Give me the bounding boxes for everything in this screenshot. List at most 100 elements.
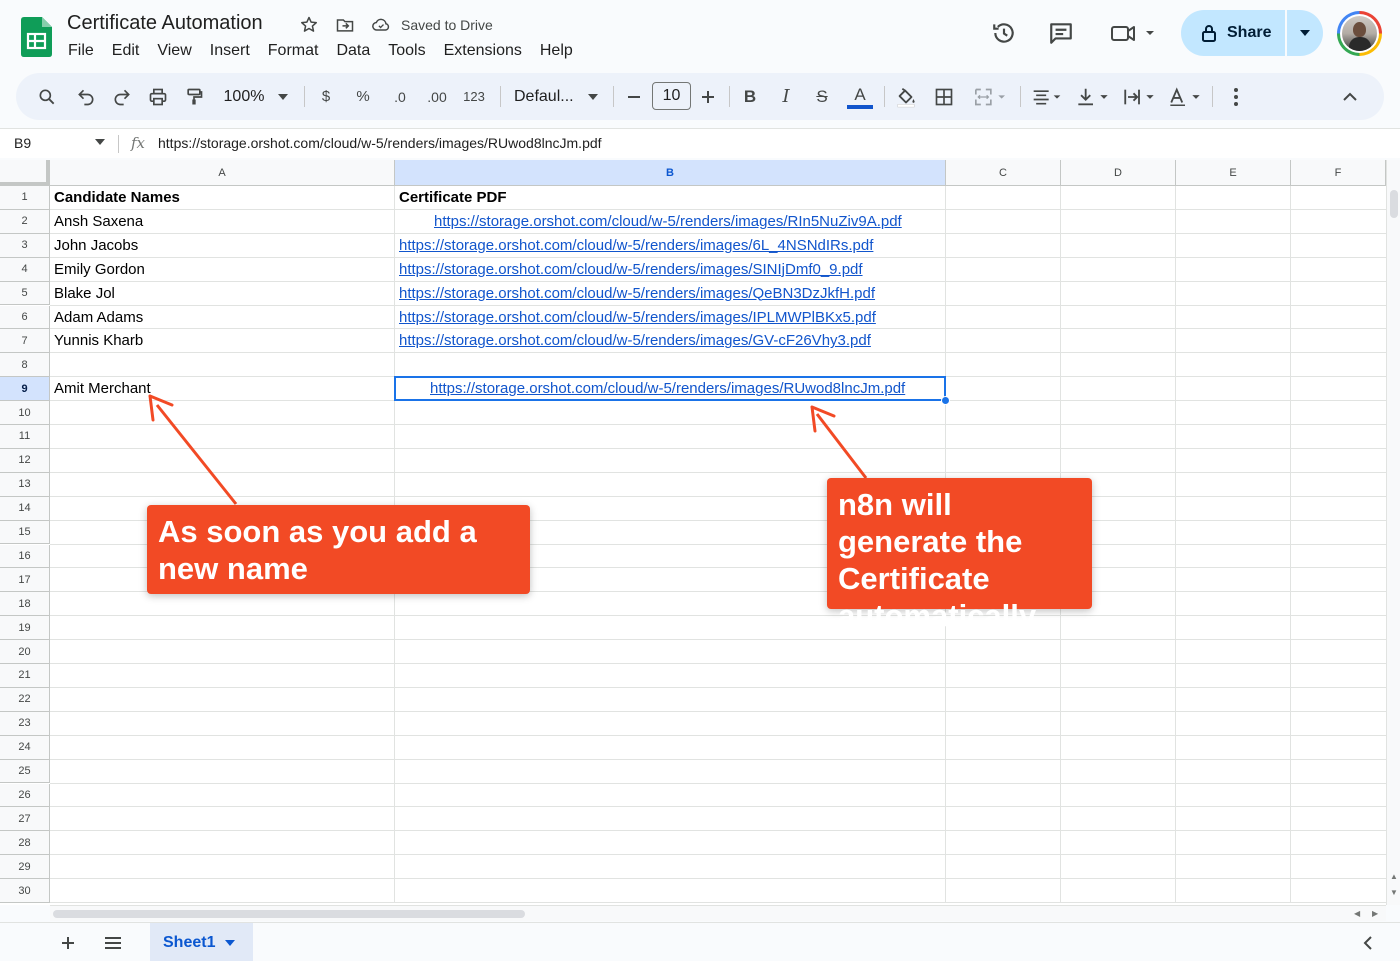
undo-icon[interactable]	[72, 73, 100, 120]
menu-view[interactable]: View	[148, 40, 200, 62]
format-currency-button[interactable]: $	[314, 73, 338, 120]
row-header-6[interactable]: 6	[0, 305, 50, 330]
fill-handle[interactable]	[941, 396, 950, 406]
candidate-name-cell[interactable]: Adam Adams	[54, 306, 143, 329]
row-header-26[interactable]: 26	[0, 783, 50, 808]
column-header-b[interactable]: B	[395, 160, 946, 186]
font-size-input[interactable]: 10	[652, 82, 691, 110]
share-dropdown-icon[interactable]	[1287, 10, 1323, 56]
increase-decimal-button[interactable]: .00	[422, 73, 452, 120]
increase-font-size-icon[interactable]	[696, 73, 720, 120]
format-percent-button[interactable]: %	[350, 73, 376, 120]
row-header-4[interactable]: 4	[0, 257, 50, 282]
row-header-7[interactable]: 7	[0, 329, 50, 354]
sheets-logo-icon[interactable]	[21, 17, 52, 57]
column-header-c[interactable]: C	[946, 160, 1061, 186]
text-wrapping-icon[interactable]	[1120, 73, 1158, 120]
redo-icon[interactable]	[108, 73, 136, 120]
menu-file[interactable]: File	[59, 40, 103, 62]
chevron-down-icon[interactable]	[95, 139, 105, 145]
text-rotation-icon[interactable]	[1166, 73, 1204, 120]
candidate-name-cell[interactable]: Yunnis Kharb	[54, 329, 143, 352]
candidate-name-cell[interactable]: Blake Jol	[54, 282, 115, 305]
certificate-link-cell[interactable]: https://storage.orshot.com/cloud/w-5/ren…	[434, 210, 902, 233]
row-header-20[interactable]: 20	[0, 640, 50, 664]
star-icon[interactable]	[298, 14, 320, 36]
row-header-14[interactable]: 14	[0, 496, 50, 521]
decrease-font-size-icon[interactable]	[622, 73, 646, 120]
name-box[interactable]: B9	[14, 135, 31, 151]
zoom-select[interactable]: 100%	[216, 73, 296, 120]
collapse-toolbar-icon[interactable]	[1336, 73, 1364, 120]
more-vert-icon[interactable]	[1222, 73, 1250, 120]
row-header-28[interactable]: 28	[0, 831, 50, 856]
move-folder-icon[interactable]	[334, 14, 356, 36]
row-header-19[interactable]: 19	[0, 616, 50, 641]
all-sheets-icon[interactable]	[101, 931, 125, 955]
row-header-21[interactable]: 21	[0, 664, 50, 688]
row-header-27[interactable]: 27	[0, 807, 50, 832]
sheet-tab-sheet1[interactable]: Sheet1	[150, 923, 253, 961]
menu-extensions[interactable]: Extensions	[435, 40, 531, 62]
scroll-up-icon[interactable]: ▲	[1390, 872, 1398, 881]
strikethrough-button[interactable]: S	[810, 73, 834, 120]
select-all-corner[interactable]	[0, 160, 50, 186]
decrease-decimal-button[interactable]: .0	[386, 73, 414, 120]
borders-icon[interactable]	[930, 73, 958, 120]
menu-edit[interactable]: Edit	[103, 40, 149, 62]
scroll-right-icon[interactable]: ▶	[1372, 909, 1378, 918]
certificate-link-cell[interactable]: https://storage.orshot.com/cloud/w-5/ren…	[399, 329, 871, 352]
document-title[interactable]: Certificate Automation	[67, 12, 263, 35]
row-header-16[interactable]: 16	[0, 544, 50, 569]
row-header-8[interactable]: 8	[0, 353, 50, 378]
add-sheet-icon[interactable]	[56, 931, 80, 955]
row-header-5[interactable]: 5	[0, 281, 50, 306]
row-header-12[interactable]: 12	[0, 448, 50, 473]
row-header-15[interactable]: 15	[0, 520, 50, 545]
search-menus-icon[interactable]	[32, 73, 62, 120]
column-header-f[interactable]: F	[1291, 160, 1386, 186]
row-header-13[interactable]: 13	[0, 472, 50, 497]
menu-insert[interactable]: Insert	[201, 40, 259, 62]
chevron-left-icon[interactable]	[1356, 931, 1380, 955]
vertical-scrollbar[interactable]: ▲ ▼	[1386, 160, 1400, 905]
row-header-1[interactable]: 1	[0, 186, 50, 210]
italic-button[interactable]: I	[774, 73, 798, 120]
row-header-2[interactable]: 2	[0, 209, 50, 234]
header-cell-candidate-names[interactable]: Candidate Names	[54, 186, 180, 209]
row-header-22[interactable]: 22	[0, 687, 50, 712]
formula-input[interactable]: https://storage.orshot.com/cloud/w-5/ren…	[158, 135, 602, 151]
row-header-23[interactable]: 23	[0, 711, 50, 736]
horizontal-scroll-thumb[interactable]	[53, 910, 525, 918]
paint-format-icon[interactable]	[180, 73, 208, 120]
row-header-3[interactable]: 3	[0, 233, 50, 258]
header-cell-certificate-pdf[interactable]: Certificate PDF	[399, 186, 507, 209]
row-header-24[interactable]: 24	[0, 735, 50, 760]
certificate-link-cell[interactable]: https://storage.orshot.com/cloud/w-5/ren…	[399, 282, 875, 305]
row-header-29[interactable]: 29	[0, 855, 50, 880]
chevron-down-icon[interactable]	[225, 939, 236, 946]
merge-cells-icon[interactable]	[968, 73, 1012, 120]
menu-help[interactable]: Help	[531, 40, 582, 62]
certificate-link-cell[interactable]: https://storage.orshot.com/cloud/w-5/ren…	[399, 306, 876, 329]
row-header-11[interactable]: 11	[0, 425, 50, 449]
candidate-name-cell[interactable]: Ansh Saxena	[54, 210, 143, 233]
menu-tools[interactable]: Tools	[379, 40, 434, 62]
certificate-link-cell[interactable]: https://storage.orshot.com/cloud/w-5/ren…	[399, 258, 863, 281]
fill-color-icon[interactable]	[892, 73, 920, 120]
share-button[interactable]: Share	[1181, 10, 1285, 56]
meet-video-icon[interactable]	[1109, 20, 1157, 46]
scroll-down-icon[interactable]: ▼	[1390, 888, 1398, 897]
font-select[interactable]: Defaul...	[510, 73, 604, 120]
row-header-9[interactable]: 9	[0, 377, 50, 402]
print-icon[interactable]	[144, 73, 172, 120]
column-header-a[interactable]: A	[50, 160, 395, 186]
horizontal-align-icon[interactable]	[1028, 73, 1066, 120]
candidate-name-cell[interactable]: Amit Merchant	[54, 377, 151, 400]
vertical-scroll-thumb[interactable]	[1390, 190, 1398, 218]
candidate-name-cell[interactable]: John Jacobs	[54, 234, 138, 257]
scroll-left-icon[interactable]: ◀	[1354, 909, 1360, 918]
column-header-d[interactable]: D	[1061, 160, 1176, 186]
row-header-25[interactable]: 25	[0, 759, 50, 784]
row-header-30[interactable]: 30	[0, 879, 50, 903]
